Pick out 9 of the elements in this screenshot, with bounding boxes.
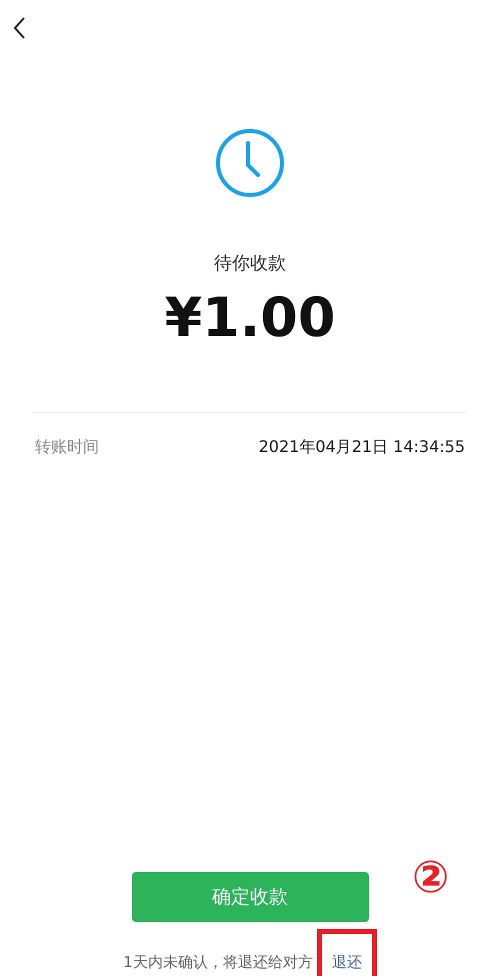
amount: ¥1.00: [164, 291, 336, 345]
clock-icon: [214, 127, 286, 199]
step-marker: ②: [412, 856, 450, 900]
footer-note: 1天内未确认，将退还给对方: [123, 952, 313, 972]
detail-value: 2021年04月21日 14:34:55: [258, 436, 465, 458]
refund-link[interactable]: 退还: [316, 929, 377, 976]
back-icon[interactable]: [12, 16, 26, 40]
status-title: 待你收款: [214, 252, 286, 276]
detail-label: 转账时间: [35, 436, 99, 458]
